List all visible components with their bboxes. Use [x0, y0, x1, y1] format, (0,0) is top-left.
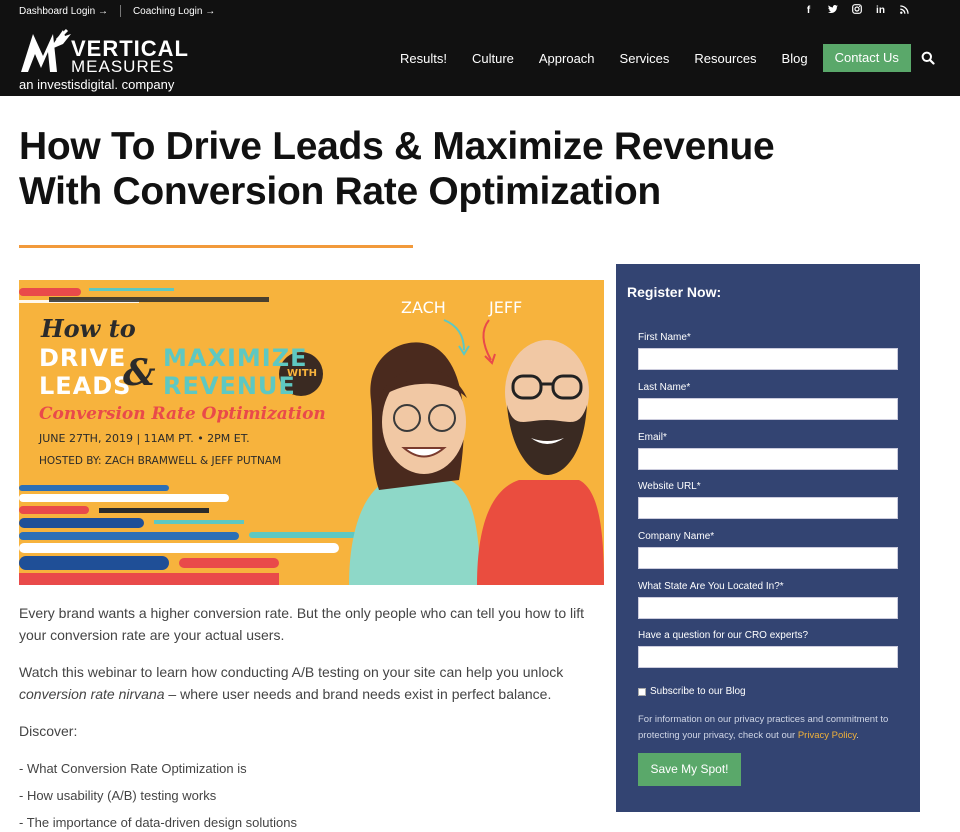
state-label: What State Are You Located In?* — [638, 581, 784, 592]
question-field[interactable] — [638, 646, 898, 668]
search-icon[interactable] — [921, 51, 935, 65]
page-title: How To Drive Leads & Maximize Revenue Wi… — [19, 124, 839, 214]
hero-hosted-by: HOSTED BY: ZACH BRAMWELL & JEFF PUTNAM — [39, 455, 282, 467]
title-divider — [19, 245, 413, 248]
site-header: Dashboard Login → Coaching Login → f in … — [0, 0, 960, 96]
hero-leads: LEADS — [39, 372, 132, 400]
hero-maximize: MAXIMIZE — [163, 344, 308, 372]
email-field[interactable] — [638, 448, 898, 470]
page-title-line2: With Conversion Rate Optimization — [19, 170, 661, 213]
coaching-login-link[interactable]: Coaching Login → — [133, 6, 215, 17]
logo-text-measures: MEASURES — [71, 57, 175, 76]
social-links: f in — [803, 4, 910, 18]
hero-date: JUNE 27TH, 2019 | 11AM PT. • 2PM ET. — [39, 432, 250, 445]
website-url-label: Website URL* — [638, 481, 701, 492]
hero-cro: Conversion Rate Optimization — [39, 404, 326, 424]
site-logo[interactable]: VERTICAL MEASURES an investisdigital. co… — [19, 28, 189, 92]
hero-how-to: How to — [41, 314, 136, 343]
contact-us-button[interactable]: Contact Us — [822, 44, 911, 72]
email-label: Email* — [638, 432, 667, 443]
privacy-note: For information on our privacy practices… — [638, 712, 903, 744]
first-name-field[interactable] — [638, 348, 898, 370]
subscribe-checkbox[interactable] — [638, 687, 646, 696]
hero-drive: DRIVE — [39, 344, 127, 372]
company-name-label: Company Name* — [638, 531, 715, 542]
instagram-icon[interactable] — [851, 4, 862, 18]
privacy-end: . — [856, 730, 859, 741]
subscribe-label: Subscribe to our Blog — [650, 686, 746, 697]
nav-item-results[interactable]: Results! — [400, 51, 447, 66]
webinar-hero-image: How to DRIVE LEADS & MAXIMIZE REVENUE WI… — [19, 280, 604, 585]
nav-item-approach[interactable]: Approach — [539, 51, 595, 66]
privacy-policy-link[interactable]: Privacy Policy — [798, 730, 856, 741]
last-name-field[interactable] — [638, 398, 898, 420]
webinar-paragraph-em: conversion rate nirvana — [19, 686, 165, 702]
company-name-field[interactable] — [638, 547, 898, 569]
page-title-line1: How To Drive Leads & Maximize Revenue — [19, 125, 775, 168]
webinar-paragraph-b: – where user needs and brand needs exist… — [164, 686, 552, 702]
nav-item-services[interactable]: Services — [620, 51, 670, 66]
utility-links: Dashboard Login → Coaching Login → — [19, 4, 215, 18]
save-my-spot-button[interactable]: Save My Spot! — [638, 753, 741, 786]
webinar-paragraph-a: Watch this webinar to learn how conducti… — [19, 664, 564, 680]
linkedin-icon[interactable]: in — [875, 5, 886, 17]
hero-name-jeff: JEFF — [489, 298, 523, 317]
list-item: - How usability (A/B) testing works — [19, 788, 217, 803]
website-url-field[interactable] — [638, 497, 898, 519]
logo-mark-icon — [21, 28, 71, 72]
hero-with: WITH — [287, 368, 317, 379]
form-heading: Register Now: — [627, 284, 722, 300]
list-item: - What Conversion Rate Optimization is — [19, 761, 247, 776]
list-item: - The importance of data-driven design s… — [19, 815, 297, 830]
nav-item-resources[interactable]: Resources — [694, 51, 756, 66]
intro-paragraph: Every brand wants a higher conversion ra… — [19, 605, 584, 643]
subscribe-option[interactable]: Subscribe to our Blog — [638, 686, 746, 697]
hero-revenue: REVENUE — [163, 372, 296, 400]
question-label: Have a question for our CRO experts? — [638, 630, 809, 641]
utility-divider — [119, 5, 121, 17]
facebook-icon[interactable]: f — [803, 5, 814, 17]
state-field[interactable] — [638, 597, 898, 619]
dashboard-login-link[interactable]: Dashboard Login → — [19, 6, 108, 17]
discover-list: - What Conversion Rate Optimization is -… — [19, 755, 297, 832]
nav-item-culture[interactable]: Culture — [472, 51, 514, 66]
webinar-paragraph: Watch this webinar to learn how conducti… — [19, 661, 609, 705]
nav-item-blog[interactable]: Blog — [782, 51, 808, 66]
main-nav: Results! Culture Approach Services Resou… — [400, 44, 935, 72]
first-name-label: First Name* — [638, 332, 691, 343]
logo-tagline: an investisdigital. company — [19, 77, 175, 92]
twitter-icon[interactable] — [827, 4, 838, 18]
discover-heading: Discover: — [19, 723, 78, 739]
hero-ampersand: & — [123, 352, 156, 394]
last-name-label: Last Name* — [638, 382, 691, 393]
rss-icon[interactable] — [899, 4, 910, 18]
hero-name-zach: ZACH — [401, 298, 446, 317]
